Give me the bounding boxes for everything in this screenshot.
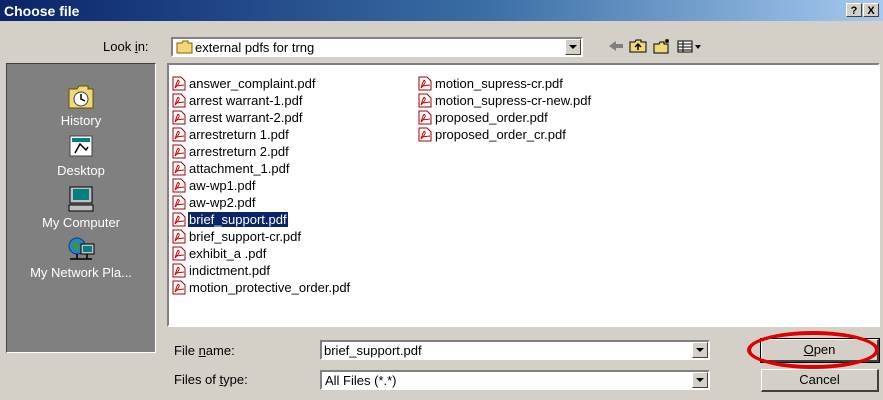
file-name: aw-wp2.pdf bbox=[189, 195, 256, 210]
file-item[interactable]: motion_supress-cr-new.pdf bbox=[418, 92, 592, 109]
file-name-field[interactable] bbox=[320, 340, 710, 360]
place-network[interactable]: My Network Pla... bbox=[7, 235, 155, 280]
close-button[interactable]: X bbox=[863, 3, 879, 17]
pdf-file-icon bbox=[172, 76, 186, 91]
pdf-file-icon bbox=[172, 212, 186, 227]
file-name-input[interactable] bbox=[324, 342, 684, 358]
place-my-computer[interactable]: My Computer bbox=[7, 185, 155, 230]
pdf-file-icon bbox=[172, 229, 186, 244]
file-name-label: File name: bbox=[174, 343, 235, 358]
pdf-file-icon bbox=[172, 246, 186, 261]
window-title: Choose file bbox=[4, 3, 80, 19]
view-menu-icon[interactable] bbox=[676, 38, 702, 54]
file-name: brief_support-cr.pdf bbox=[189, 229, 302, 244]
look-in-dropdown-button[interactable] bbox=[565, 39, 581, 55]
pdf-file-icon bbox=[172, 127, 186, 142]
pdf-file-icon bbox=[172, 178, 186, 193]
place-label: My Computer bbox=[41, 215, 121, 230]
file-item[interactable]: arrest warrant-2.pdf bbox=[172, 109, 351, 126]
file-item[interactable]: brief_support-cr.pdf bbox=[172, 228, 351, 245]
pdf-file-icon bbox=[418, 127, 432, 142]
pdf-file-icon bbox=[418, 93, 432, 108]
open-button[interactable]: Open bbox=[760, 338, 880, 363]
pdf-file-icon bbox=[172, 161, 186, 176]
file-item[interactable]: attachment_1.pdf bbox=[172, 160, 351, 177]
file-name: answer_complaint.pdf bbox=[189, 76, 316, 91]
pdf-file-icon bbox=[418, 76, 432, 91]
file-name: brief_support.pdf bbox=[187, 211, 289, 228]
file-name: attachment_1.pdf bbox=[189, 161, 290, 176]
place-label: Desktop bbox=[57, 163, 105, 178]
file-name-dropdown-button[interactable] bbox=[692, 342, 708, 358]
place-desktop[interactable]: Desktop bbox=[7, 133, 155, 178]
file-item[interactable]: arrestreturn 2.pdf bbox=[172, 143, 351, 160]
file-name: arrest warrant-1.pdf bbox=[189, 93, 303, 108]
file-item[interactable]: arrest warrant-1.pdf bbox=[172, 92, 351, 109]
folder-icon bbox=[176, 40, 193, 54]
file-column-1: answer_complaint.pdfarrest warrant-1.pdf… bbox=[172, 75, 351, 296]
file-item[interactable]: aw-wp1.pdf bbox=[172, 177, 351, 194]
file-name: proposed_order_cr.pdf bbox=[435, 127, 566, 142]
look-in-dropdown[interactable]: external pdfs for trng bbox=[171, 37, 583, 57]
back-icon[interactable] bbox=[606, 38, 626, 54]
place-label: My Network Pla... bbox=[30, 265, 132, 280]
place-label: History bbox=[60, 113, 102, 128]
pdf-file-icon bbox=[172, 263, 186, 278]
cancel-button[interactable]: Cancel bbox=[761, 369, 879, 392]
file-item[interactable]: motion_supress-cr.pdf bbox=[418, 75, 592, 92]
desktop-icon bbox=[69, 135, 93, 157]
file-item[interactable]: brief_support.pdf bbox=[172, 211, 351, 228]
file-item[interactable]: arrestreturn 1.pdf bbox=[172, 126, 351, 143]
file-item[interactable]: answer_complaint.pdf bbox=[172, 75, 351, 92]
file-name: arrestreturn 2.pdf bbox=[189, 144, 289, 159]
file-type-label: Files of type: bbox=[174, 372, 248, 387]
file-name: arrest warrant-2.pdf bbox=[189, 110, 303, 125]
network-icon bbox=[68, 237, 95, 260]
look-in-value: external pdfs for trng bbox=[195, 40, 315, 55]
look-in-label: Look in: bbox=[103, 39, 149, 54]
file-type-dropdown-button[interactable] bbox=[692, 372, 708, 388]
choose-file-dialog: Choose file ? X Look in: external pdfs f… bbox=[0, 0, 883, 400]
file-item[interactable]: aw-wp2.pdf bbox=[172, 194, 351, 211]
file-item[interactable]: motion_protective_order.pdf bbox=[172, 279, 351, 296]
file-name: exhibit_a .pdf bbox=[189, 246, 267, 261]
pdf-file-icon bbox=[172, 195, 186, 210]
help-button[interactable]: ? bbox=[846, 3, 862, 17]
file-item[interactable]: exhibit_a .pdf bbox=[172, 245, 351, 262]
file-column-2: motion_supress-cr.pdf motion_supress-cr-n… bbox=[418, 75, 592, 143]
pdf-file-icon bbox=[418, 110, 432, 125]
history-icon bbox=[68, 85, 94, 109]
pdf-file-icon bbox=[172, 110, 186, 125]
up-folder-icon[interactable] bbox=[628, 38, 648, 54]
file-name: arrestreturn 1.pdf bbox=[189, 127, 289, 142]
file-name: motion_supress-cr.pdf bbox=[435, 76, 563, 91]
pdf-file-icon bbox=[172, 280, 186, 295]
place-history[interactable]: History bbox=[7, 83, 155, 128]
pdf-file-icon bbox=[172, 144, 186, 159]
file-type-dropdown[interactable]: All Files (*.*) bbox=[320, 370, 710, 390]
places-bar: History Desktop My Computer My Network P… bbox=[6, 63, 156, 353]
file-name: proposed_order.pdf bbox=[435, 110, 548, 125]
file-item[interactable]: indictment.pdf bbox=[172, 262, 351, 279]
title-bar[interactable]: Choose file ? X bbox=[0, 0, 883, 21]
file-name: motion_protective_order.pdf bbox=[189, 280, 351, 295]
new-folder-icon[interactable] bbox=[652, 38, 672, 54]
file-item[interactable]: proposed_order_cr.pdf bbox=[418, 126, 592, 143]
file-type-value: All Files (*.*) bbox=[325, 373, 397, 388]
pdf-file-icon bbox=[172, 93, 186, 108]
file-name: motion_supress-cr-new.pdf bbox=[435, 93, 592, 108]
file-name: aw-wp1.pdf bbox=[189, 178, 256, 193]
file-name: indictment.pdf bbox=[189, 263, 270, 278]
file-item[interactable]: proposed_order.pdf bbox=[418, 109, 592, 126]
file-list[interactable]: answer_complaint.pdfarrest warrant-1.pdf… bbox=[167, 63, 880, 327]
my-computer-icon bbox=[68, 186, 94, 212]
